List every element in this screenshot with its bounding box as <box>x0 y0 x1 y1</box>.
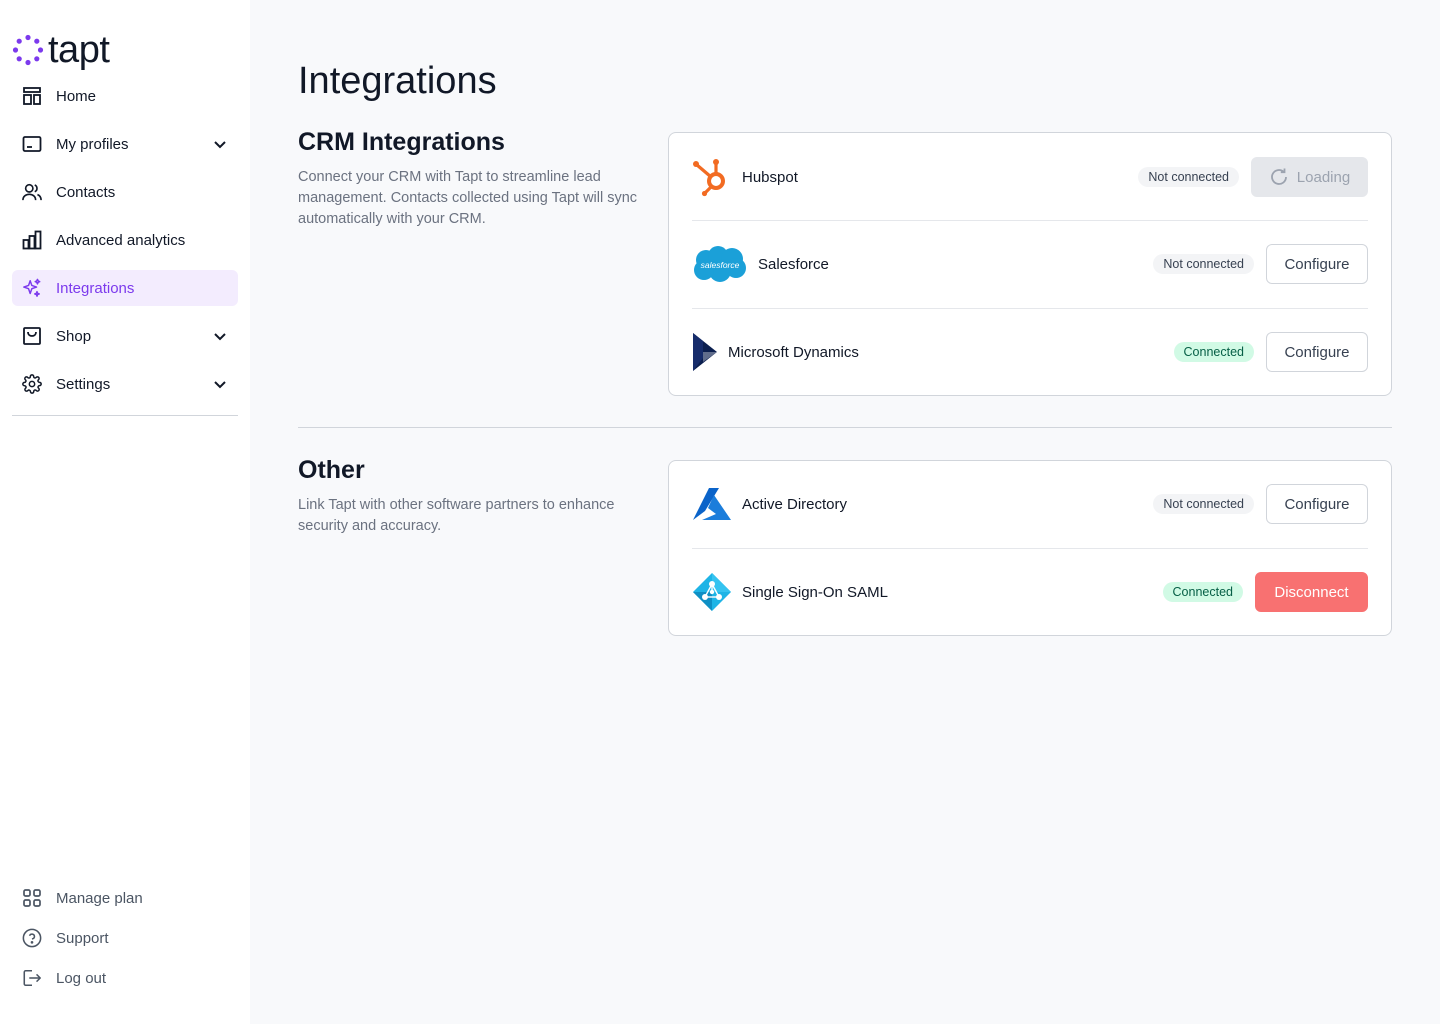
sso-saml-logo-icon <box>692 572 732 612</box>
analytics-icon <box>22 230 42 250</box>
hubspot-logo-icon <box>692 157 732 197</box>
row-divider <box>692 308 1368 309</box>
other-integrations-card: Active Directory Not connected Configure <box>668 460 1392 636</box>
integration-row-sso-saml: Single Sign-On SAML Connected Disconnect <box>692 560 1368 624</box>
logout-icon <box>22 968 42 988</box>
integration-row-microsoft-dynamics: Microsoft Dynamics Connected Configure <box>692 320 1368 384</box>
other-section-title: Other <box>298 456 365 484</box>
refresh-icon <box>1269 167 1289 187</box>
crm-section-description: Connect your CRM with Tapt to streamline… <box>298 169 638 227</box>
integration-name: Salesforce <box>758 255 829 273</box>
integration-name: Microsoft Dynamics <box>728 343 859 361</box>
sparkle-icon <box>22 278 42 298</box>
gear-icon <box>22 374 42 394</box>
tapt-logo[interactable]: tapt <box>12 29 110 71</box>
brand-name: tapt <box>48 29 110 71</box>
sidebar-bottom-nav: Manage plan Support Log out <box>12 880 238 1000</box>
integration-row-salesforce: salesforce Salesforce Not connected Conf… <box>692 232 1368 296</box>
integration-row-hubspot: Hubspot Not connected Loading <box>692 145 1368 209</box>
status-badge: Connected <box>1162 582 1243 602</box>
row-divider <box>692 220 1368 221</box>
crm-section-title: CRM Integrations <box>298 128 505 156</box>
sidebar-item-advanced-analytics[interactable]: Advanced analytics <box>12 222 238 258</box>
home-icon <box>22 86 42 106</box>
crm-integrations-card: Hubspot Not connected Loading salesforce… <box>668 132 1392 396</box>
other-section-description: Link Tapt with other software partners t… <box>298 497 615 534</box>
sidebar-item-support[interactable]: Support <box>12 920 238 956</box>
sidebar-item-label: Contacts <box>56 183 116 201</box>
sidebar-item-shop[interactable]: Shop <box>12 318 238 354</box>
sso-disconnect-button[interactable]: Disconnect <box>1255 572 1368 612</box>
hubspot-loading-button[interactable]: Loading <box>1251 157 1368 197</box>
status-badge: Not connected <box>1153 254 1254 274</box>
sidebar-item-label: Advanced analytics <box>56 231 186 249</box>
shop-bag-icon <box>22 326 42 346</box>
sidebar-item-log-out[interactable]: Log out <box>12 960 238 996</box>
status-badge: Not connected <box>1153 494 1254 514</box>
sidebar-item-integrations[interactable]: Integrations <box>12 270 238 306</box>
sidebar-item-label: Shop <box>56 327 92 345</box>
integration-row-active-directory: Active Directory Not connected Configure <box>692 472 1368 536</box>
row-divider <box>692 548 1368 549</box>
sidebar-item-manage-plan[interactable]: Manage plan <box>12 880 238 916</box>
status-badge: Not connected <box>1138 167 1239 187</box>
sidebar-item-label: Log out <box>56 969 107 987</box>
sidebar-item-label: Home <box>56 87 97 105</box>
sidebar-item-label: Settings <box>56 375 111 393</box>
active-directory-configure-button[interactable]: Configure <box>1266 484 1368 524</box>
integration-name: Single Sign-On SAML <box>742 583 888 601</box>
sidebar: tapt Home My profiles Contacts Advanced … <box>0 0 250 1024</box>
sidebar-item-home[interactable]: Home <box>12 78 238 114</box>
chevron-down-icon[interactable] <box>212 328 228 344</box>
sidebar-item-contacts[interactable]: Contacts <box>12 174 238 210</box>
sidebar-item-label: Integrations <box>56 279 135 297</box>
sidebar-item-my-profiles[interactable]: My profiles <box>12 126 238 162</box>
salesforce-logo-icon: salesforce <box>692 244 748 284</box>
chevron-down-icon[interactable] <box>212 376 228 392</box>
azure-active-directory-logo-icon <box>692 487 732 521</box>
sidebar-item-label: My profiles <box>56 135 129 153</box>
sidebar-item-label: Manage plan <box>56 889 143 907</box>
button-label: Loading <box>1296 168 1351 186</box>
microsoft-dynamics-configure-button[interactable]: Configure <box>1266 332 1368 372</box>
integration-name: Hubspot <box>742 168 798 186</box>
integration-name: Active Directory <box>742 495 848 513</box>
sidebar-nav: Home My profiles Contacts Advanced analy… <box>12 78 238 414</box>
section-divider <box>298 427 1392 428</box>
contacts-icon <box>22 182 42 202</box>
tapt-dots-icon <box>12 34 44 66</box>
chevron-down-icon[interactable] <box>212 136 228 152</box>
salesforce-logo-text: salesforce <box>701 260 740 270</box>
page-title: Integrations <box>298 60 497 102</box>
sidebar-item-label: Support <box>56 929 109 947</box>
sidebar-divider <box>12 415 238 416</box>
salesforce-configure-button[interactable]: Configure <box>1266 244 1368 284</box>
profile-card-icon <box>22 134 42 154</box>
help-icon <box>22 928 42 948</box>
status-badge: Connected <box>1173 342 1254 362</box>
sidebar-item-settings[interactable]: Settings <box>12 366 238 402</box>
microsoft-dynamics-logo-icon <box>692 332 718 372</box>
grid-icon <box>22 888 42 908</box>
